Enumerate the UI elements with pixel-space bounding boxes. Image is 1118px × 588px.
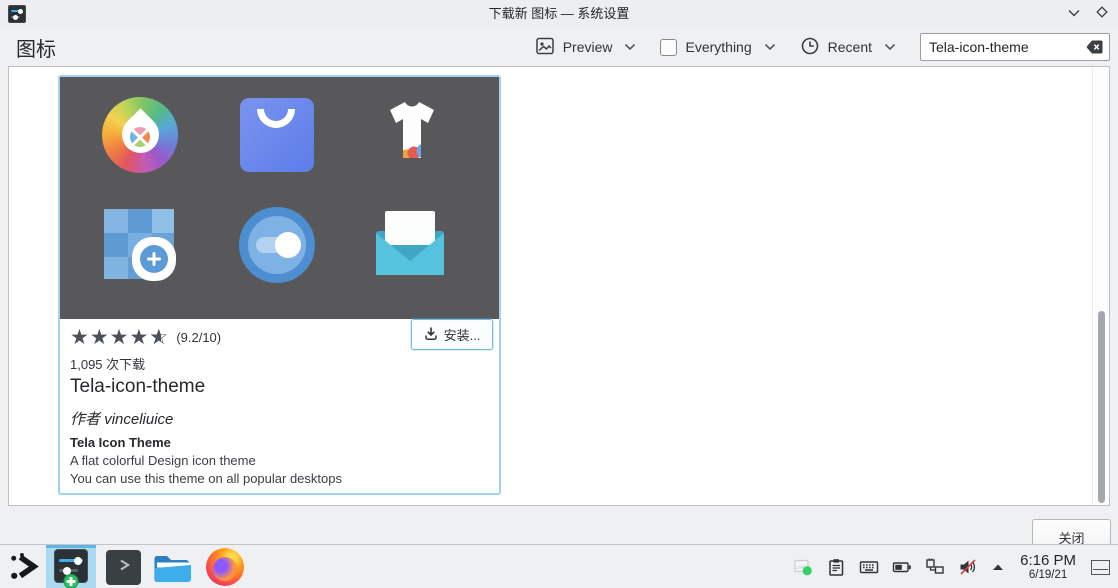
theme-summary-title: Tela Icon Theme <box>70 435 171 450</box>
volume-muted-icon[interactable] <box>958 557 978 577</box>
preview-mode-dropdown[interactable]: Preview <box>535 36 637 59</box>
app-launcher-button[interactable] <box>7 550 40 583</box>
wired-network-icon[interactable] <box>925 557 945 577</box>
download-count: 1,095 次下载 <box>70 354 145 373</box>
color-wheel-icon <box>102 97 178 173</box>
category-filter-dropdown[interactable]: Everything <box>660 39 775 56</box>
desktop: 下载新 图标 — 系统设置 图标 Preview <box>0 0 1118 588</box>
theme-summary-line2: You can use this theme on all popular de… <box>70 471 342 486</box>
battery-icon[interactable] <box>892 557 912 577</box>
taskbar-panel: 6:16 PM 6/19/21 <box>0 544 1118 588</box>
mail-envelope-icon <box>370 209 446 285</box>
maximize-button[interactable] <box>1094 6 1110 22</box>
chevron-down-icon <box>884 43 896 51</box>
theme-author: 作者 vinceliuice <box>70 408 173 429</box>
minimize-button[interactable] <box>1066 6 1082 22</box>
rating-row: ★★★★★☆ (9.2/10) <box>70 324 221 350</box>
preview-dropdown-label: Preview <box>563 39 613 55</box>
kickoff-arrow-icon <box>7 570 40 587</box>
sort-dropdown-label: Recent <box>828 39 872 55</box>
clear-search-icon[interactable] <box>1086 39 1104 55</box>
app-store-bag-icon <box>239 97 315 173</box>
category-dropdown-label: Everything <box>685 39 751 55</box>
taskbar-task-firefox[interactable] <box>206 548 244 586</box>
theme-summary-line1: A flat colorful Design icon theme <box>70 453 256 468</box>
media-status-icon[interactable] <box>793 557 813 577</box>
search-field[interactable] <box>920 33 1110 61</box>
rating-value: (9.2/10) <box>176 330 221 345</box>
chevron-down-icon <box>624 43 636 51</box>
chevron-down-icon <box>764 43 776 51</box>
vertical-scrollbar <box>1092 67 1109 505</box>
star-rating: ★★★★★☆ <box>70 327 170 348</box>
clipboard-icon[interactable] <box>826 557 846 577</box>
clock-date: 6/19/21 <box>1020 569 1076 581</box>
install-button[interactable]: 安装... <box>411 319 493 350</box>
desktop-peek-icon <box>1093 569 1108 573</box>
active-task-indicator <box>46 545 96 548</box>
system-tray: 6:16 PM 6/19/21 <box>793 545 1110 588</box>
checkbox-icon <box>660 39 677 56</box>
entry-card-tela-icon-theme[interactable]: ★★★★★☆ (9.2/10) 安装... 1,095 次下载 Tela-ico… <box>58 75 501 495</box>
icon-grid-add-icon <box>102 207 178 283</box>
diamond-maximize-icon <box>1095 5 1109 24</box>
firefox-icon <box>213 557 237 581</box>
page-title: 图标 <box>16 33 56 62</box>
folder-icon <box>154 571 192 588</box>
plus-badge-icon <box>64 574 79 588</box>
install-button-label: 安装... <box>444 325 481 344</box>
expand-tray-caret-icon[interactable] <box>991 562 1005 572</box>
theme-name: Tela-icon-theme <box>70 376 205 398</box>
clock-icon <box>800 36 820 59</box>
chevron-down-icon <box>1067 5 1081 23</box>
taskbar-task-file-manager[interactable] <box>154 550 192 584</box>
dialog-header: 图标 Preview Everything <box>0 28 1118 66</box>
taskbar-task-konsole[interactable] <box>106 550 141 585</box>
toggle-dial-icon <box>239 207 315 283</box>
clock-time: 6:16 PM <box>1020 553 1076 569</box>
t-shirt-icon <box>372 94 448 170</box>
taskbar-task-system-settings[interactable] <box>46 545 96 588</box>
window-titlebar[interactable]: 下载新 图标 — 系统设置 <box>0 0 1118 28</box>
window-title: 下载新 图标 — 系统设置 <box>0 0 1118 28</box>
sort-order-dropdown[interactable]: Recent <box>800 36 896 59</box>
show-desktop-button[interactable] <box>1091 560 1110 575</box>
scrollbar-thumb[interactable] <box>1098 311 1105 503</box>
image-preview-icon <box>535 36 555 59</box>
clock-widget[interactable]: 6:16 PM 6/19/21 <box>1020 553 1076 581</box>
download-icon <box>424 326 438 344</box>
keyboard-icon[interactable] <box>859 557 879 577</box>
search-input[interactable] <box>929 34 1069 60</box>
terminal-prompt-icon <box>117 558 131 577</box>
results-list: ★★★★★☆ (9.2/10) 安装... 1,095 次下载 Tela-ico… <box>8 66 1110 506</box>
theme-preview-image <box>60 77 499 319</box>
